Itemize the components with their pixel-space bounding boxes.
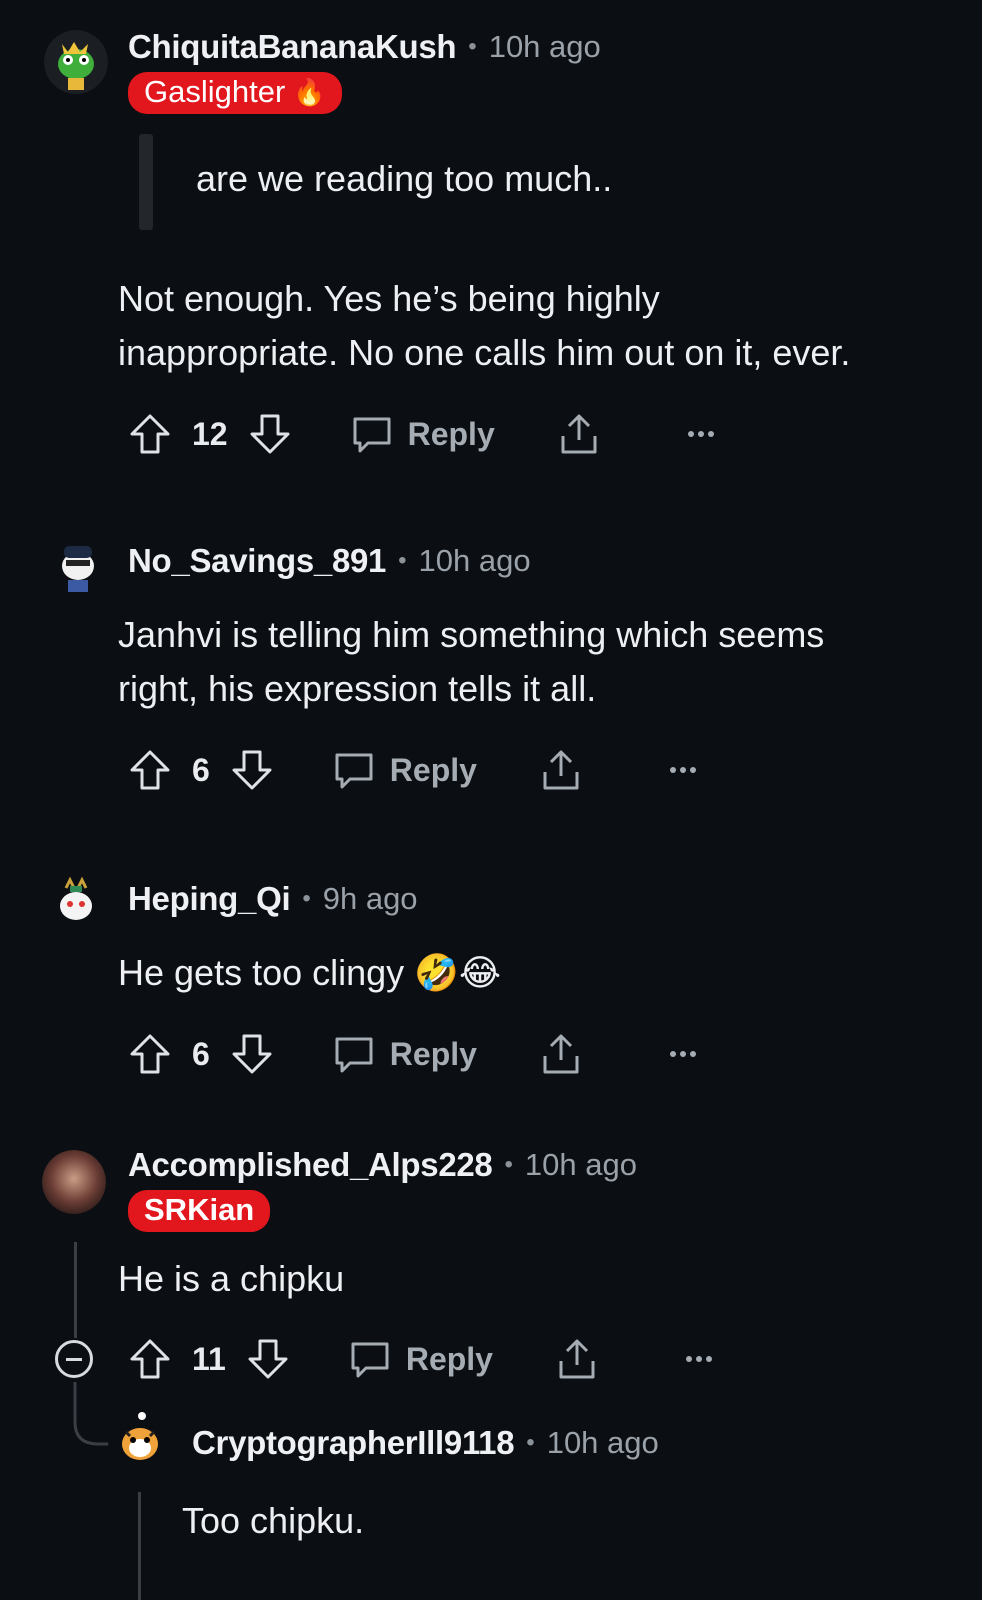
downvote-icon[interactable] (246, 1337, 290, 1381)
reply-button[interactable]: Reply (332, 748, 477, 792)
user-avatar[interactable] (42, 1150, 106, 1214)
vote-count: 6 (192, 751, 210, 788)
comment-header: Accomplished_Alps228 • 10h ago (128, 1146, 637, 1184)
flair-label: SRKian (144, 1192, 255, 1227)
thread-line (74, 1242, 77, 1338)
reply-button[interactable]: Reply (350, 412, 495, 456)
reply-cryptographerill9118: CryptographerIll9118 • 10h ago Too chipk… (0, 1410, 982, 1600)
quote-bar (139, 134, 153, 230)
thread-line (138, 1492, 141, 1600)
vote-count: 12 (192, 415, 228, 452)
reply-label: Reply (405, 1340, 493, 1377)
user-avatar[interactable] (44, 30, 108, 94)
more-options-icon[interactable] (661, 748, 705, 792)
separator-dot: • (468, 33, 477, 60)
comment-body: Janhvi is telling him something which se… (118, 608, 938, 716)
reply-icon (335, 753, 373, 789)
timestamp: 9h ago (322, 881, 418, 916)
vote-count: 6 (192, 1035, 210, 1072)
upvote-icon[interactable] (128, 412, 172, 456)
comment-accomplished-alps228: Accomplished_Alps228 • 10h ago SRKian He… (0, 1140, 982, 1600)
comment-actions: 6 Reply (128, 746, 705, 794)
comment-body-line: Not enough. Yes he’s being highly (118, 278, 660, 319)
reply-icon (353, 417, 391, 453)
share-icon[interactable] (539, 1032, 583, 1076)
username[interactable]: No_Savings_891 (128, 542, 386, 580)
comment-header: ChiquitaBananaKush • 10h ago (128, 28, 601, 66)
user-avatar[interactable] (44, 870, 108, 934)
comment-body-line: Janhvi is telling him something which se… (118, 614, 825, 655)
comment-actions: 11 Reply (128, 1335, 721, 1383)
upvote-icon[interactable] (128, 1032, 172, 1076)
comment-body-line: inappropriate. No one calls him out on i… (118, 332, 851, 373)
comment-no-savings-891: No_Savings_891 • 10h ago Janhvi is telli… (0, 500, 982, 840)
comment-body: Not enough. Yes he’s being highly inappr… (118, 272, 938, 380)
more-options-icon[interactable] (679, 412, 723, 456)
reply-icon (335, 1037, 373, 1073)
timestamp: 10h ago (524, 1147, 637, 1182)
comment-body-line: Too chipku. (182, 1500, 365, 1541)
timestamp: 10h ago (488, 29, 601, 64)
comment-chiquitabananakush: ChiquitaBananaKush • 10h ago Gaslighter … (0, 0, 982, 500)
downvote-icon[interactable] (230, 748, 274, 792)
username[interactable]: ChiquitaBananaKush (128, 28, 457, 66)
comment-body: Too chipku. (182, 1494, 982, 1548)
comment-actions: 6 Reply (128, 1030, 705, 1078)
share-icon[interactable] (557, 412, 601, 456)
user-flair: Gaslighter 🔥 (128, 72, 342, 114)
reply-button[interactable]: Reply (332, 1032, 477, 1076)
reply-label: Reply (389, 751, 477, 788)
quote-text: are we reading too much.. (196, 158, 613, 199)
upvote-icon[interactable] (128, 748, 172, 792)
comment-body: He gets too clingy 🤣😂 (118, 946, 938, 1000)
vote-count: 11 (192, 1340, 226, 1377)
downvote-icon[interactable] (248, 412, 292, 456)
timestamp: 10h ago (546, 1425, 659, 1460)
comment-body-line: right, his expression tells it all. (118, 668, 597, 709)
flair-label: Gaslighter (144, 74, 286, 109)
downvote-icon[interactable] (230, 1032, 274, 1076)
timestamp: 10h ago (418, 543, 531, 578)
separator-dot: • (398, 547, 407, 574)
comment-actions: 12 Reply (128, 410, 723, 458)
comment-body-line: He is a chipku (118, 1258, 345, 1299)
separator-dot: • (526, 1429, 535, 1456)
share-icon[interactable] (539, 748, 583, 792)
username[interactable]: Accomplished_Alps228 (128, 1146, 493, 1184)
comment-heping-qi: Heping_Qi • 9h ago He gets too clingy 🤣😂… (0, 840, 982, 1140)
reply-label: Reply (407, 415, 495, 452)
reply-icon (351, 1342, 389, 1378)
more-options-icon[interactable] (677, 1337, 721, 1381)
upvote-icon[interactable] (128, 1337, 172, 1381)
comment-body-line: He gets too clingy 🤣😂 (118, 952, 502, 993)
username[interactable]: CryptographerIll9118 (192, 1424, 515, 1462)
reply-label: Reply (389, 1035, 477, 1072)
comment-body: He is a chipku (118, 1252, 938, 1306)
share-icon[interactable] (555, 1337, 599, 1381)
user-flair: SRKian (128, 1190, 271, 1232)
collapse-thread-button[interactable] (55, 1340, 93, 1378)
username[interactable]: Heping_Qi (128, 880, 291, 918)
comment-header: CryptographerIll9118 • 10h ago (192, 1424, 659, 1462)
more-options-icon[interactable] (661, 1032, 705, 1076)
separator-dot: • (504, 1151, 513, 1178)
comment-header: Heping_Qi • 9h ago (128, 880, 418, 918)
user-avatar[interactable] (108, 1410, 172, 1474)
reply-button[interactable]: Reply (348, 1337, 493, 1381)
comment-header: No_Savings_891 • 10h ago (128, 542, 531, 580)
user-avatar[interactable] (46, 532, 110, 596)
separator-dot: • (302, 885, 311, 912)
fire-icon: 🔥 (293, 77, 326, 107)
